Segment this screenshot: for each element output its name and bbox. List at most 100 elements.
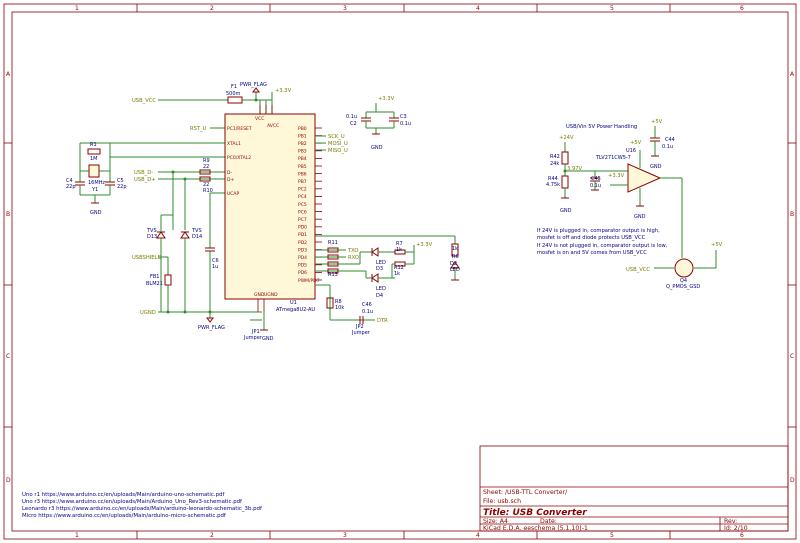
resistor-r42 (561, 151, 569, 165)
u1-right-pin-label: PB6 (298, 171, 307, 177)
c3-value: 0.1u (400, 121, 411, 127)
u1-right-pin-label: PC5 (298, 202, 307, 208)
supply-5v-comparator: +5V (630, 140, 642, 146)
pwr-flag-marker (252, 87, 260, 93)
power-input-section: USB_VCC F1 500m PWR_FLAG +3.3V (132, 82, 292, 114)
u1-right-pin-label: PB4 (298, 156, 307, 162)
y1-ref: Y1 (91, 187, 98, 193)
col-label-5: 5 (610, 5, 614, 12)
col-label-3-bottom: 3 (343, 532, 347, 539)
rn2-ref: R13 (328, 272, 338, 278)
tvs2-value: D14 (192, 234, 202, 240)
u16-value: TLV271CW5-7 (595, 155, 631, 161)
u1-right-pin-label: PB2 (298, 141, 307, 147)
link-micro: Micro https://www.arduino.cc/en/uploads/… (22, 513, 226, 519)
tvs1-value: D13 (147, 234, 157, 240)
net-label-rxo: RXO (348, 255, 359, 261)
u1-pin-xtal2: PC0/XTAL2 (227, 155, 251, 161)
divider-voltage: 3.97V (567, 166, 583, 172)
jp2-value: Jumper (351, 330, 371, 336)
d3-ref: D3 (376, 266, 383, 272)
reference-links: Uno r1 https://www.arduino.cc/en/uploads… (22, 492, 262, 519)
resistor-r1 (87, 148, 101, 155)
col-label-1-bottom: 1 (75, 532, 79, 539)
supply-3v3-top: +3.3V (275, 88, 292, 94)
u1-ref: U1 (290, 300, 297, 306)
row-label-c-right: C (790, 353, 794, 360)
tb-tool: KiCad E.D.A. eeschema (5.1.10)-1 (483, 525, 588, 532)
link-uno-r3: Uno r3 https://www.arduino.cc/en/uploads… (22, 499, 242, 505)
net-label-mosi-u: MOSI_U (328, 141, 348, 147)
u1-pin-reset: PC1/RESET (227, 126, 252, 132)
c45-value: 0.1u (590, 183, 601, 189)
net-label-sck-u: SCK_U (328, 134, 345, 140)
row-label-b: B (6, 211, 10, 218)
row-label-c: C (6, 353, 10, 360)
row-label-a-right: A (790, 71, 795, 78)
u1-right-pin-label: PC7 (298, 217, 307, 223)
schematic-sheet: 1 2 3 4 5 6 1 2 3 4 5 6 A B C D A B C D … (3, 3, 797, 540)
tb-title: Title: USB Converter (483, 508, 587, 518)
tb-date: Date: (540, 518, 557, 525)
col-label-6: 6 (740, 5, 744, 12)
power-handling-section: USB/Vin 5V Power Handling +24V R42 24k 3… (537, 119, 723, 290)
supply-3v3-leds: +3.3V (416, 242, 433, 248)
col-label-1: 1 (75, 5, 79, 12)
net-label-miso-u: MISO_U (328, 148, 348, 154)
row-label-d: D (6, 477, 11, 484)
col-label-4: 4 (476, 5, 480, 12)
power-heading: USB/Vin 5V Power Handling (566, 124, 637, 130)
u1-right-pin-label: PD4 (298, 255, 307, 261)
u1-right-pin-label: PB5 (298, 164, 307, 170)
c3-ref: C3 (400, 114, 407, 120)
ferrite-fb1 (164, 274, 172, 286)
rn-ref: R11 (328, 240, 338, 246)
tb-sheet: Sheet: /USB-TTL Converter/ (483, 489, 568, 496)
tb-file: File: usb.sch (483, 498, 521, 505)
u1-right-pin-label: PC6 (298, 209, 307, 215)
fb1-ref: FB1 (150, 274, 160, 280)
supply-3v3-comparator: +3.3V (608, 173, 625, 179)
r6-value: 1k (452, 246, 458, 252)
decoupling-c2-c3: +3.3V GND 0.1u C2 C3 0.1u (346, 96, 411, 151)
u1-pin-avcc: AVCC (267, 123, 279, 129)
u1-right-pin-label: PB0 (298, 126, 307, 132)
u1-pin-xtal1: XTAL1 (227, 141, 241, 147)
note1-line1: If 24V is plugged in, comparator output … (537, 228, 660, 234)
gnd-c2-c3: GND (371, 145, 383, 151)
gnd-r44: GND (560, 208, 572, 214)
u1-right-pin-label: PWM/PD7 (298, 278, 320, 284)
u1-pin-dminus: D- (227, 170, 232, 176)
c45-ref: C45 (591, 176, 601, 182)
col-label-6-bottom: 6 (740, 532, 744, 539)
link-uno-r1: Uno r1 https://www.arduino.cc/en/uploads… (22, 492, 224, 498)
crystal-y1 (88, 164, 100, 178)
net-label-usb-dp: USB_D+ (134, 177, 156, 183)
c46-ref: C46 (362, 302, 372, 308)
f1-ref: F1 (231, 84, 237, 90)
jp1-value: Jumper (243, 335, 263, 341)
net-label-usb-dm: USB_D- (134, 170, 153, 176)
tb-size: Size: A4 (483, 518, 508, 525)
serial-and-leds: 1k R6 D2 LED R11 TXO RXO R13 R7 1k +3.3V… (315, 235, 460, 299)
row-label-a: A (6, 71, 11, 78)
u16-ref: U16 (626, 148, 636, 154)
u1-right-pin-label: PD0 (298, 225, 307, 231)
supply-24v: +24V (559, 135, 574, 141)
r1-ref: R1 (90, 142, 97, 148)
supply-3v3-decoupling: +3.3V (378, 96, 395, 102)
f1-value: 500m (226, 91, 241, 97)
u1-right-pin-label: PC4 (298, 194, 307, 200)
net-label-usb-vcc: USB_VCC (132, 98, 156, 104)
r42-ref: R42 (550, 154, 560, 160)
tb-id: Id: 2/10 (724, 525, 748, 532)
r42-value: 24k (550, 161, 559, 167)
net-label-usbshield: USBSHIELD (132, 255, 161, 261)
d4-ref: D4 (376, 293, 383, 299)
r44-value: 4.75k (546, 182, 560, 188)
tb-rev: Rev: (724, 518, 737, 525)
mosfet-q4 (674, 258, 694, 278)
c4-value: 22p (66, 184, 76, 190)
u1-right-pin-label: PD1 (298, 232, 307, 238)
c2-ref: C2 (350, 121, 357, 127)
